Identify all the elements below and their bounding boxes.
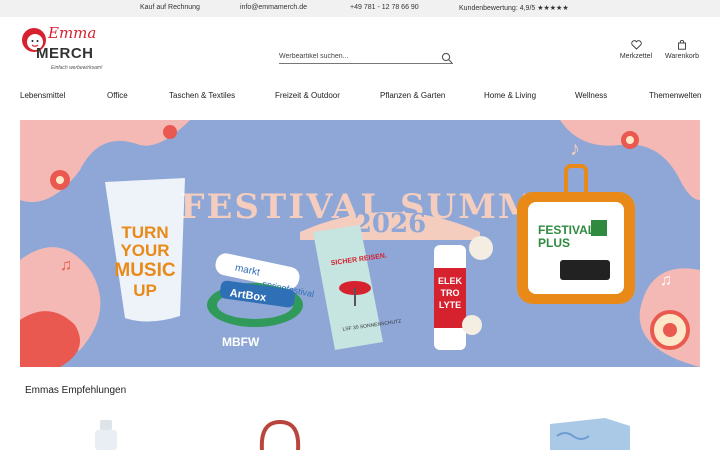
email-link[interactable]: info@emmamerch.de <box>240 4 307 11</box>
main-nav: Lebensmittel Office Taschen & Textiles F… <box>0 91 720 105</box>
wishlist-label: Merkzettel <box>619 53 653 60</box>
phone-link[interactable]: +49 781 - 12 78 66 90 <box>350 4 419 11</box>
invoice-info: Kauf auf Rechnung <box>140 4 200 11</box>
wishlist-button[interactable]: Merkzettel <box>616 40 656 60</box>
cart-button[interactable]: Warenkorb <box>662 40 702 60</box>
cart-label: Warenkorb <box>665 53 699 60</box>
kit-text: FESTIVAL <box>538 223 595 237</box>
banner-year: 2026 <box>354 209 426 239</box>
banner-artwork: FESTIVAL SUMMER 2026 TURN YOUR MUSIC UP … <box>20 120 700 367</box>
cup-text: YOUR <box>120 241 169 260</box>
logo-tagline: Einfach werbewirksam! <box>51 65 103 71</box>
wristband-text: MBFW <box>222 335 260 349</box>
product-box-image[interactable] <box>545 418 635 450</box>
tube-text: TRO <box>441 288 460 298</box>
cup-text: MUSIC <box>114 260 176 281</box>
product-bag-image[interactable] <box>250 418 310 450</box>
site-logo[interactable]: Emma MERCH Einfach werbewirksam! <box>20 24 120 74</box>
nav-item-themenwelten[interactable]: Themenwelten <box>649 91 701 100</box>
nav-item-home-living[interactable]: Home & Living <box>484 91 536 100</box>
svg-text:♫: ♫ <box>660 272 672 289</box>
product-bottle-image[interactable] <box>90 418 120 450</box>
search-input[interactable] <box>279 50 429 62</box>
svg-text:♫: ♫ <box>60 257 72 274</box>
nav-item-office[interactable]: Office <box>107 91 128 100</box>
svg-text:♪: ♪ <box>570 138 580 160</box>
search-icon[interactable] <box>441 52 453 64</box>
kit-text: PLUS <box>538 236 570 250</box>
cup-text: TURN <box>121 223 168 242</box>
tube-text: LYTE <box>439 300 461 310</box>
recommendations-title: Emmas Empfehlungen <box>25 385 127 396</box>
nav-item-freizeit-outdoor[interactable]: Freizeit & Outdoor <box>275 91 340 100</box>
top-info-bar: Kauf auf Rechnung info@emmamerch.de +49 … <box>0 0 720 17</box>
shopping-bag-icon <box>678 40 686 50</box>
logo-merch: MERCH <box>36 45 94 62</box>
hero-banner[interactable]: FESTIVAL SUMMER 2026 TURN YOUR MUSIC UP … <box>20 120 700 367</box>
cup-text: UP <box>133 281 157 300</box>
nav-item-lebensmittel[interactable]: Lebensmittel <box>20 91 65 100</box>
nav-item-taschen-textiles[interactable]: Taschen & Textiles <box>169 91 235 100</box>
nav-item-wellness[interactable]: Wellness <box>575 91 607 100</box>
nav-item-pflanzen-garten[interactable]: Pflanzen & Garten <box>380 91 445 100</box>
search-bar <box>279 50 453 64</box>
logo-emma: Emma <box>48 24 97 42</box>
heart-icon <box>630 40 642 50</box>
customer-rating: Kundenbewertung: 4,9/5 ★★★★★ <box>459 5 569 12</box>
tube-text: ELEK <box>438 276 463 286</box>
